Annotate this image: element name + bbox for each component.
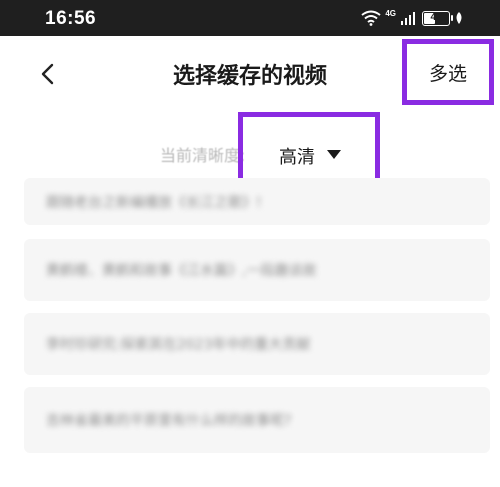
status-bar: 16:56 4G 47 (0, 0, 500, 36)
leaf-icon (456, 12, 462, 24)
navigation-bar: 选择缓存的视频 多选 (0, 36, 500, 112)
battery-icon: 47 (422, 10, 453, 26)
status-icons: 4G 47 (361, 9, 464, 27)
network-type-label: 4G (385, 8, 396, 18)
quality-value: 高清 (279, 147, 315, 168)
video-list-item[interactable]: 黄鹤楼、黄鹤和故事《江水篇》,一段趣谈故 (24, 239, 490, 301)
quality-label: 当前清晰度: (160, 146, 246, 165)
video-list-item[interactable]: 李时珍研究:探索其在2023年中的重大贡献 (24, 313, 490, 375)
video-list: 跟随老台之新编播放《长江之歌》! 黄鹤楼、黄鹤和故事《江水篇》,一段趣谈故 李时… (24, 178, 490, 465)
video-title: 吉林省最美的平原里有什么样的故事呢? (46, 413, 292, 429)
wifi-icon (361, 10, 381, 26)
video-title: 跟随老台之新编播放《长江之歌》! (46, 194, 262, 211)
multi-select-label: 多选 (428, 62, 467, 85)
signal-icon (401, 12, 415, 25)
video-list-item[interactable]: 吉林省最美的平原里有什么样的故事呢? (24, 387, 490, 453)
video-title: 黄鹤楼、黄鹤和故事《江水篇》,一段趣谈故 (46, 263, 317, 279)
video-list-item[interactable]: 跟随老台之新编播放《长江之歌》! (24, 178, 490, 225)
battery-level: 47 (430, 11, 442, 23)
status-time: 16:56 (45, 8, 97, 29)
video-title: 李时珍研究:探索其在2023年中的重大贡献 (46, 337, 311, 353)
multi-select-button[interactable]: 多选 (402, 39, 494, 105)
caret-down-icon (327, 150, 341, 159)
